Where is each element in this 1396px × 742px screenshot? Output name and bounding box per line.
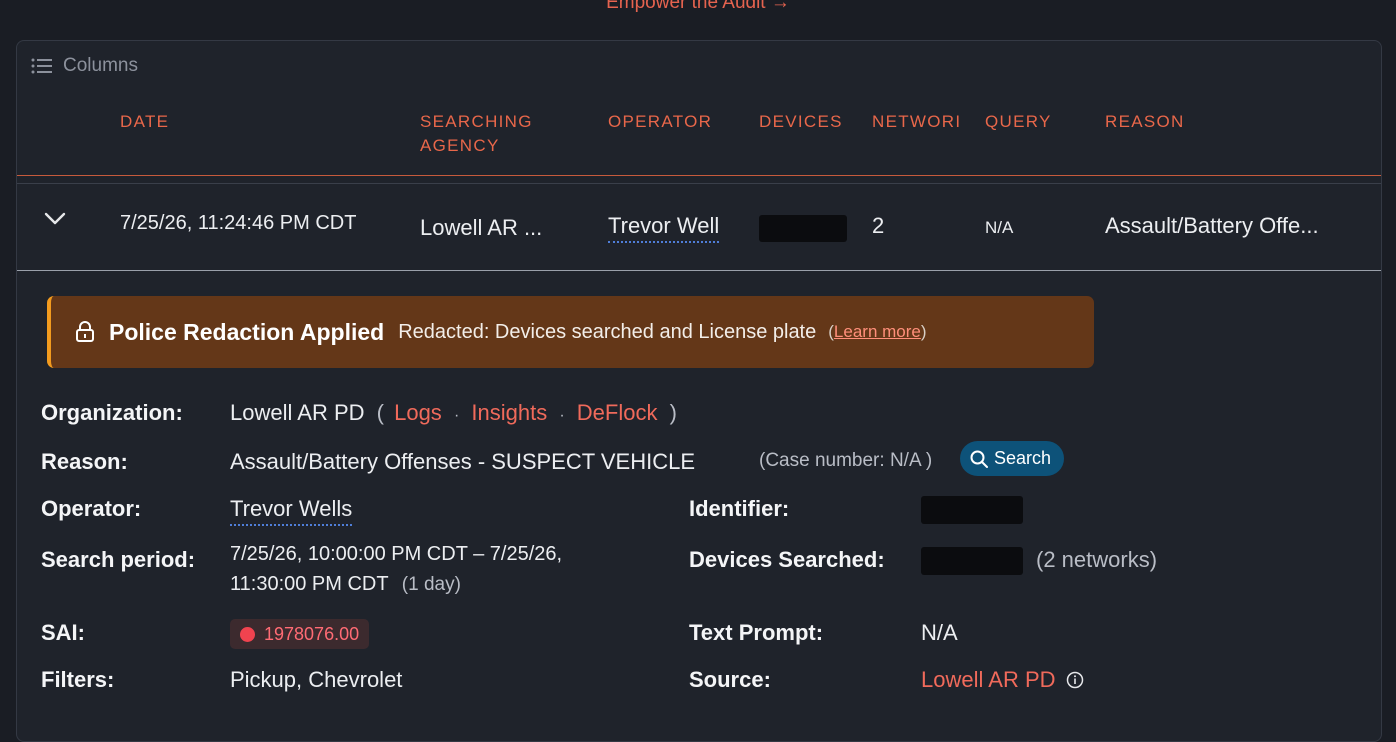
row-divider bbox=[17, 270, 1381, 271]
operator-label: Operator: bbox=[41, 496, 142, 521]
filters-label: Filters: bbox=[41, 667, 115, 692]
header-divider bbox=[17, 175, 1381, 176]
filters-value: Pickup, Chevrolet bbox=[230, 667, 403, 692]
header-operator[interactable]: OPERATOR bbox=[608, 110, 712, 134]
columns-label: Columns bbox=[63, 55, 138, 76]
source-value-group: Lowell AR PD bbox=[921, 667, 1084, 693]
devices-searched-label: Devices Searched: bbox=[689, 547, 885, 572]
header-query[interactable]: QUERY bbox=[985, 110, 1052, 134]
org-deflock-link[interactable]: DeFlock bbox=[577, 400, 658, 425]
sai-status-dot-icon bbox=[240, 626, 255, 642]
org-paren-open: ( bbox=[376, 400, 384, 425]
organization-value: Lowell AR PD bbox=[230, 400, 365, 425]
search-button[interactable]: Search bbox=[960, 441, 1065, 476]
reason-label: Reason: bbox=[41, 449, 128, 474]
text-prompt-label: Text Prompt: bbox=[689, 620, 824, 645]
columns-button[interactable]: Columns bbox=[31, 55, 138, 77]
reason-value: Assault/Battery Offenses - SUSPECT VEHIC… bbox=[230, 449, 696, 474]
search-icon bbox=[970, 450, 988, 468]
row-date: 7/25/26, 11:24:46 PM CDT bbox=[120, 212, 357, 234]
source-link[interactable]: Lowell AR PD bbox=[921, 667, 1056, 692]
banner-learn-more: (Learn more) bbox=[828, 322, 926, 342]
row-agency: Lowell AR ... bbox=[420, 215, 543, 240]
header-networks[interactable]: NETWORI bbox=[872, 110, 961, 134]
header-agency-line2: AGENCY bbox=[420, 136, 500, 155]
search-period-label: Search period: bbox=[41, 547, 196, 572]
org-insights-link[interactable]: Insights bbox=[471, 400, 547, 425]
header-searching-agency[interactable]: SEARCHING AGENCY bbox=[420, 110, 533, 158]
identifier-label: Identifier: bbox=[689, 496, 790, 521]
lock-icon bbox=[76, 321, 94, 342]
search-period-line2-group: 11:30:00 PM CDT (1 day) bbox=[230, 573, 461, 596]
table-row[interactable]: 7/25/26, 11:24:46 PM CDT Lowell AR ... T… bbox=[17, 184, 1381, 270]
redaction-banner: Police Redaction Applied Redacted: Devic… bbox=[47, 296, 1094, 368]
organization-value-group: Lowell AR PD ( Logs · Insights · DeFlock… bbox=[230, 400, 677, 426]
sai-label: SAI: bbox=[41, 620, 85, 645]
org-paren-close: ) bbox=[669, 400, 677, 425]
org-logs-link[interactable]: Logs bbox=[394, 400, 442, 425]
header-devices[interactable]: DEVICES bbox=[759, 110, 843, 134]
row-operator[interactable]: Trevor Well bbox=[608, 213, 720, 243]
search-period-line1: 7/25/26, 10:00:00 PM CDT – 7/25/26, bbox=[230, 543, 563, 565]
sai-value: 1978076.00 bbox=[264, 623, 360, 644]
operator-value[interactable]: Trevor Wells bbox=[230, 496, 353, 526]
source-label: Source: bbox=[689, 667, 771, 692]
case-number: (Case number: N/A ) bbox=[759, 450, 933, 471]
header-agency-line1: SEARCHING bbox=[420, 112, 533, 131]
banner-title: Police Redaction Applied bbox=[109, 318, 385, 345]
empower-audit-link[interactable]: Empower the Audit → bbox=[0, 0, 1396, 14]
sai-badge: 1978076.00 bbox=[230, 619, 370, 649]
search-period-duration: (1 day) bbox=[401, 574, 461, 595]
chevron-down-icon[interactable] bbox=[44, 212, 66, 226]
text-prompt-value: N/A bbox=[921, 620, 958, 645]
devices-networks: (2 networks) bbox=[1036, 547, 1158, 572]
organization-label: Organization: bbox=[41, 400, 183, 425]
audit-table-panel: Columns DATE SEARCHING AGENCY OPERATOR D… bbox=[16, 40, 1382, 742]
learn-more-link[interactable]: Learn more bbox=[834, 322, 921, 341]
header-date[interactable]: DATE bbox=[120, 110, 169, 134]
row-reason: Assault/Battery Offe... bbox=[1105, 213, 1319, 238]
learn-paren-close: ) bbox=[920, 322, 927, 341]
header-reason[interactable]: REASON bbox=[1105, 110, 1185, 134]
search-button-label: Search bbox=[994, 448, 1052, 468]
devices-searched-redacted bbox=[921, 547, 1023, 575]
row-devices-redacted bbox=[759, 215, 847, 242]
list-icon bbox=[31, 58, 52, 74]
search-period-line2: 11:30:00 PM CDT bbox=[230, 573, 389, 595]
org-sep-1: · bbox=[453, 407, 460, 424]
info-icon[interactable] bbox=[1066, 671, 1084, 689]
org-sep-2: · bbox=[559, 407, 565, 424]
banner-text: Redacted: Devices searched and License p… bbox=[398, 320, 817, 343]
row-networks: 2 bbox=[872, 213, 885, 238]
row-query: N/A bbox=[985, 218, 1014, 237]
identifier-redacted bbox=[921, 496, 1023, 524]
